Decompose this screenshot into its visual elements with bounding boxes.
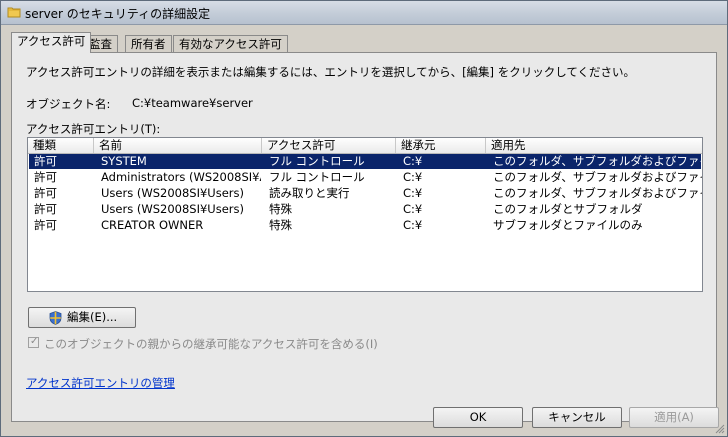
cell-type: 許可 [34, 218, 57, 232]
cancel-button[interactable]: キャンセル [532, 407, 622, 428]
window-title: server のセキュリティの詳細設定 [25, 7, 211, 21]
cell-type: 許可 [34, 202, 57, 216]
table-row[interactable]: 許可 Users (WS2008SI¥Users) 読み取りと実行 C:¥ この… [29, 186, 703, 201]
inherit-checkbox-label: このオブジェクトの親からの継承可能なアクセス許可を含める(I) [44, 337, 378, 351]
cell-permission: 読み取りと実行 [269, 186, 350, 200]
table-row[interactable]: 許可 Administrators (WS2008SI¥A... フル コントロ… [29, 170, 703, 185]
column-header-applies[interactable]: 適用先 [486, 138, 702, 153]
cell-inherited: C:¥ [403, 186, 423, 200]
manage-permission-entries-link[interactable]: アクセス許可エントリの管理 [26, 375, 175, 391]
object-name-label: オブジェクト名: [26, 97, 111, 111]
uac-shield-icon [49, 311, 62, 325]
cell-type: 許可 [34, 186, 57, 200]
folder-icon [7, 7, 21, 18]
instruction-text: アクセス許可エントリの詳細を表示または編集するには、エントリを選択してから、[編… [26, 65, 636, 79]
resize-grip-icon[interactable] [715, 424, 725, 434]
permissions-panel: アクセス許可エントリの詳細を表示または編集するには、エントリを選択してから、[編… [11, 52, 717, 422]
cell-applies: サブフォルダとファイルのみ [493, 218, 643, 232]
title-bar[interactable]: server のセキュリティの詳細設定 [1, 1, 727, 25]
cell-type: 許可 [34, 170, 57, 184]
column-header-type[interactable]: 種類 [28, 138, 94, 153]
cell-permission: フル コントロール [269, 154, 365, 168]
cell-permission: 特殊 [269, 202, 292, 216]
tab-owner[interactable]: 所有者 [125, 35, 172, 52]
object-name-value: C:¥teamware¥server [132, 96, 253, 110]
apply-button[interactable]: 適用(A) [629, 407, 719, 428]
edit-button-label: 編集(E)... [67, 310, 118, 324]
cell-name: CREATOR OWNER [101, 218, 204, 232]
cell-name: Users (WS2008SI¥Users) [101, 202, 244, 216]
column-header-inherited[interactable]: 継承元 [396, 138, 486, 153]
cell-applies: このフォルダ、サブフォルダおよびファイル [493, 154, 703, 168]
ok-button[interactable]: OK [433, 407, 523, 428]
cell-name: SYSTEM [101, 154, 147, 168]
cell-applies: このフォルダとサブフォルダ [493, 202, 643, 216]
cell-inherited: C:¥ [403, 218, 423, 232]
inherit-checkbox[interactable]: ✓ [28, 336, 39, 348]
table-row[interactable]: 許可 CREATOR OWNER 特殊 C:¥ サブフォルダとファイルのみ [29, 218, 701, 233]
edit-button[interactable]: 編集(E)... [28, 307, 136, 328]
cell-inherited: C:¥ [403, 154, 423, 168]
cell-inherited: C:¥ [403, 170, 423, 184]
cell-name: Users (WS2008SI¥Users) [101, 186, 244, 200]
column-header-name[interactable]: 名前 [94, 138, 262, 153]
permission-entries-label: アクセス許可エントリ(T): [26, 122, 161, 136]
table-row[interactable]: 許可 Users (WS2008SI¥Users) 特殊 C:¥ このフォルダと… [29, 202, 701, 217]
cell-type: 許可 [34, 154, 57, 168]
table-row[interactable]: 許可 SYSTEM フル コントロール C:¥ このフォルダ、サブフォルダおよび… [29, 154, 703, 169]
cell-permission: フル コントロール [269, 170, 365, 184]
dialog-body: アクセス許可 監査 所有者 有効なアクセス許可 アクセス許可エントリの詳細を表示… [1, 25, 727, 436]
cell-inherited: C:¥ [403, 202, 423, 216]
cell-permission: 特殊 [269, 218, 292, 232]
cell-applies: このフォルダ、サブフォルダおよびファイル [493, 186, 703, 200]
cell-applies: このフォルダ、サブフォルダおよびファイル [493, 170, 703, 184]
security-dialog: server のセキュリティの詳細設定 アクセス許可 監査 所有者 有効なアクセ… [0, 0, 728, 437]
check-mark-icon: ✓ [30, 336, 39, 347]
list-header: 種類 名前 アクセス許可 継承元 適用先 [28, 138, 702, 154]
cell-name: Administrators (WS2008SI¥A... [101, 170, 261, 184]
tab-permissions[interactable]: アクセス許可 [11, 32, 92, 53]
tab-effective-permissions[interactable]: 有効なアクセス許可 [173, 35, 288, 52]
permission-entries-list[interactable]: 種類 名前 アクセス許可 継承元 適用先 許可 SYSTEM フル コントロール… [27, 137, 703, 292]
column-header-permission[interactable]: アクセス許可 [262, 138, 396, 153]
